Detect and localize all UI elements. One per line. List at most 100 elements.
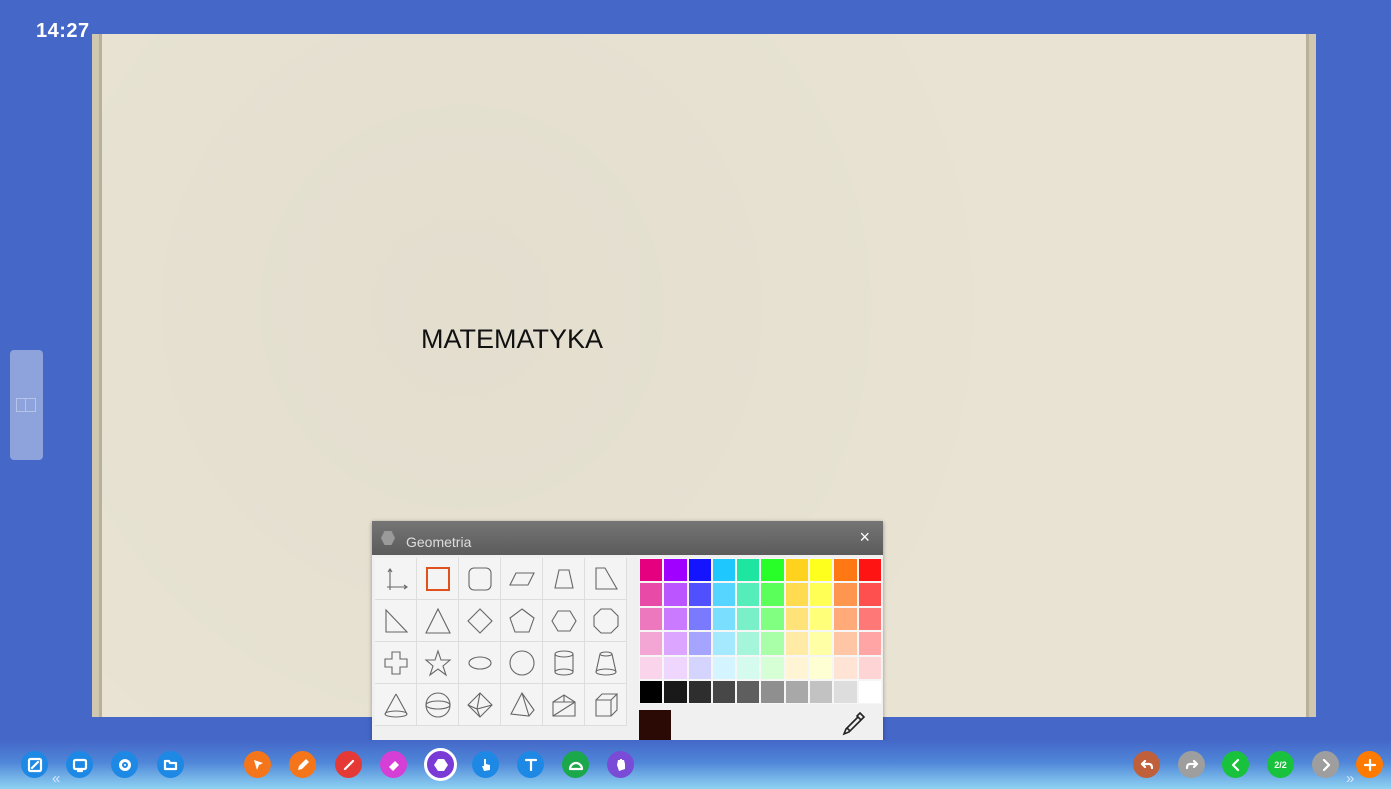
shape-button-circle[interactable] xyxy=(501,642,543,684)
shape-button-cone[interactable] xyxy=(375,684,417,726)
color-swatch[interactable] xyxy=(687,655,712,680)
shape-button-octahedron[interactable] xyxy=(459,684,501,726)
shape-button-pentagon[interactable] xyxy=(501,600,543,642)
shape-button-cylinder[interactable] xyxy=(543,642,585,684)
color-swatch[interactable] xyxy=(687,582,712,607)
eyedropper-icon[interactable] xyxy=(838,709,868,739)
color-swatch[interactable] xyxy=(663,582,688,607)
color-swatch[interactable] xyxy=(857,655,882,680)
line-tool[interactable] xyxy=(335,751,362,778)
color-swatch[interactable] xyxy=(857,679,882,705)
edit-button[interactable] xyxy=(21,751,48,778)
color-swatch[interactable] xyxy=(711,679,737,705)
shape-button-axes[interactable] xyxy=(375,558,417,600)
color-swatch[interactable] xyxy=(736,679,761,705)
shape-button-parallelogram[interactable] xyxy=(501,558,543,600)
current-color-swatch[interactable] xyxy=(639,710,671,742)
previous-page-button[interactable] xyxy=(1222,751,1249,778)
color-swatch[interactable] xyxy=(711,655,737,680)
color-swatch[interactable] xyxy=(784,631,810,656)
geometry-tool[interactable] xyxy=(424,748,457,781)
color-swatch[interactable] xyxy=(711,582,737,607)
eraser-tool[interactable] xyxy=(380,751,407,778)
redo-button[interactable] xyxy=(1178,751,1205,778)
color-swatch[interactable] xyxy=(809,582,834,607)
color-swatch[interactable] xyxy=(833,679,858,705)
side-panel-handle[interactable] xyxy=(10,350,43,460)
color-swatch[interactable] xyxy=(736,558,761,583)
collapse-right-icon[interactable]: » xyxy=(1346,770,1354,787)
color-swatch[interactable] xyxy=(736,655,761,680)
color-swatch[interactable] xyxy=(736,631,761,656)
page-indicator[interactable]: 2/2 xyxy=(1267,751,1294,778)
board-text[interactable]: MATEMATYKA xyxy=(421,324,603,355)
screen-button[interactable] xyxy=(66,751,93,778)
color-swatch[interactable] xyxy=(760,679,785,705)
color-swatch[interactable] xyxy=(760,655,785,680)
color-swatch[interactable] xyxy=(663,655,688,680)
color-swatch[interactable] xyxy=(833,582,858,607)
color-swatch[interactable] xyxy=(809,606,834,632)
color-swatch[interactable] xyxy=(784,606,810,632)
settings-button[interactable] xyxy=(111,751,138,778)
shape-button-trapezoid[interactable] xyxy=(543,558,585,600)
close-button[interactable]: × xyxy=(859,527,870,548)
color-swatch[interactable] xyxy=(639,679,664,705)
color-swatch[interactable] xyxy=(639,606,664,632)
open-folder-button[interactable] xyxy=(157,751,184,778)
pen-tool[interactable] xyxy=(289,751,316,778)
color-swatch[interactable] xyxy=(711,606,737,632)
color-swatch[interactable] xyxy=(784,655,810,680)
shape-button-cube[interactable] xyxy=(585,684,627,726)
color-swatch[interactable] xyxy=(760,631,785,656)
shape-button-rounded-square[interactable] xyxy=(459,558,501,600)
color-swatch[interactable] xyxy=(639,631,664,656)
hand-tool[interactable] xyxy=(607,751,634,778)
collapse-left-icon[interactable]: « xyxy=(52,770,60,787)
color-swatch[interactable] xyxy=(809,655,834,680)
shape-button-right-trapezoid[interactable] xyxy=(585,558,627,600)
color-swatch[interactable] xyxy=(663,631,688,656)
color-swatch[interactable] xyxy=(833,558,858,583)
shape-button-frustum[interactable] xyxy=(585,642,627,684)
shape-button-hexagon[interactable] xyxy=(543,600,585,642)
shape-button-star[interactable] xyxy=(417,642,459,684)
undo-button[interactable] xyxy=(1133,751,1160,778)
shape-button-cross[interactable] xyxy=(375,642,417,684)
color-swatch[interactable] xyxy=(809,679,834,705)
shape-button-prism[interactable] xyxy=(543,684,585,726)
color-swatch[interactable] xyxy=(833,606,858,632)
color-swatch[interactable] xyxy=(711,631,737,656)
color-swatch[interactable] xyxy=(639,558,664,583)
color-swatch[interactable] xyxy=(809,631,834,656)
color-swatch[interactable] xyxy=(760,606,785,632)
color-swatch[interactable] xyxy=(784,582,810,607)
color-swatch[interactable] xyxy=(760,558,785,583)
shape-button-pyramid[interactable] xyxy=(501,684,543,726)
color-swatch[interactable] xyxy=(639,582,664,607)
color-swatch[interactable] xyxy=(833,631,858,656)
shape-button-ellipse[interactable] xyxy=(459,642,501,684)
color-swatch[interactable] xyxy=(663,679,688,705)
color-swatch[interactable] xyxy=(687,679,712,705)
color-swatch[interactable] xyxy=(687,606,712,632)
shape-button-right-triangle[interactable] xyxy=(375,600,417,642)
color-swatch[interactable] xyxy=(687,631,712,656)
color-swatch[interactable] xyxy=(760,582,785,607)
shape-button-octagon[interactable] xyxy=(585,600,627,642)
shape-button-square[interactable] xyxy=(417,558,459,600)
color-swatch[interactable] xyxy=(687,558,712,583)
color-swatch[interactable] xyxy=(736,606,761,632)
color-swatch[interactable] xyxy=(784,558,810,583)
color-swatch[interactable] xyxy=(833,655,858,680)
geometry-panel-header[interactable]: Geometria × xyxy=(372,521,883,555)
color-swatch[interactable] xyxy=(663,606,688,632)
shape-button-triangle[interactable] xyxy=(417,600,459,642)
color-swatch[interactable] xyxy=(857,631,882,656)
protractor-tool[interactable] xyxy=(562,751,589,778)
touch-tool[interactable] xyxy=(472,751,499,778)
color-swatch[interactable] xyxy=(711,558,737,583)
shape-button-diamond[interactable] xyxy=(459,600,501,642)
color-swatch[interactable] xyxy=(809,558,834,583)
shape-button-sphere[interactable] xyxy=(417,684,459,726)
